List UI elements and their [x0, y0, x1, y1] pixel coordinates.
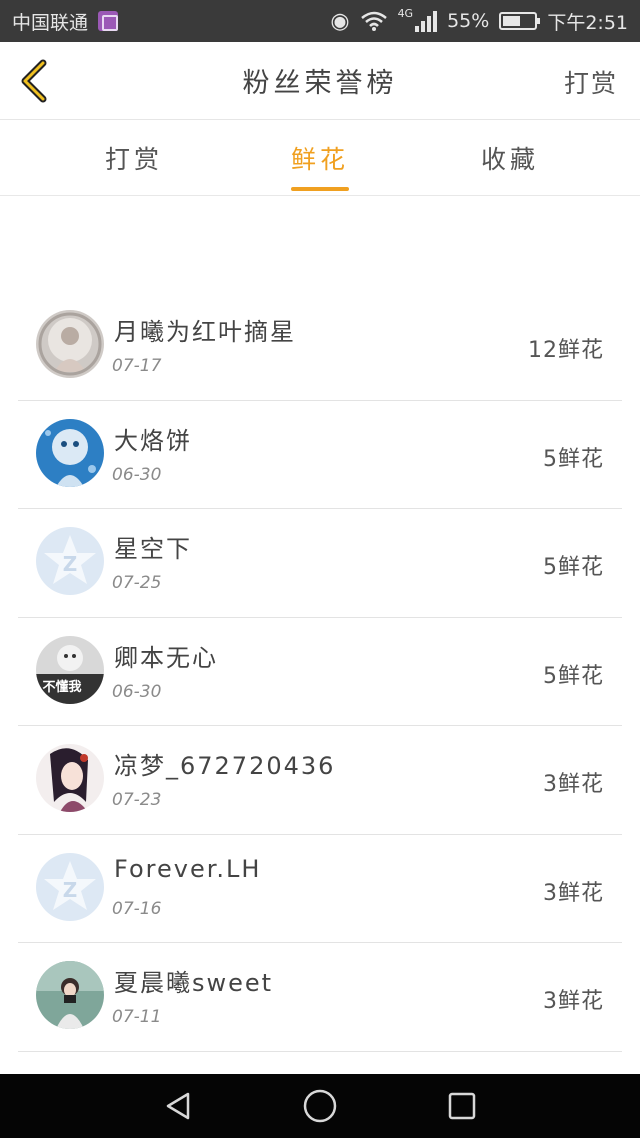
tab-flowers[interactable]: 鲜花 [290, 140, 350, 176]
gallery-notification-icon [98, 11, 119, 31]
flower-count: 3鲜花 [543, 989, 604, 1014]
fan-name: 凉梦_672720436 [114, 752, 336, 780]
tab-reward[interactable]: 打赏 [104, 140, 164, 176]
avatar[interactable] [36, 310, 104, 378]
back-button[interactable] [14, 58, 54, 104]
fan-ranking-list: 月曦为红叶摘星 07-17 12鲜花 大烙饼 06-30 5鲜花 Z 星空下 0… [18, 292, 622, 1082]
active-tab-indicator [291, 187, 349, 191]
fan-date: 07-23 [112, 790, 162, 810]
wifi-icon [360, 11, 387, 31]
status-bar: 中国联通 ◉ 4G 55% 下午2:51 [0, 0, 640, 42]
avatar[interactable] [36, 961, 104, 1029]
fan-name: Forever.LH [114, 854, 262, 883]
triangle-back-icon [166, 1092, 190, 1120]
list-item[interactable]: 月曦为红叶摘星 07-17 12鲜花 [18, 292, 622, 401]
svg-text:Z: Z [63, 878, 78, 902]
list-item[interactable]: 夏晨曦sweet 07-11 3鲜花 [18, 943, 622, 1052]
nav-back-button[interactable] [160, 1088, 196, 1124]
avatar[interactable]: Z [36, 527, 104, 595]
avatar[interactable]: 不懂我 [36, 635, 104, 704]
svg-text:不懂我: 不懂我 [42, 679, 81, 695]
chevron-left-icon [21, 59, 47, 103]
avatar[interactable] [36, 418, 104, 487]
page-title: 粉丝荣誉榜 [242, 68, 398, 99]
nav-recents-button[interactable] [444, 1088, 480, 1124]
fan-name: 卿本无心 [114, 643, 218, 672]
list-item[interactable]: Z 星空下 07-25 5鲜花 [18, 509, 622, 618]
eye-comfort-icon: ◉ [330, 8, 350, 34]
carrier-name: 中国联通 [12, 11, 89, 34]
fan-date: 07-16 [112, 898, 162, 919]
nav-home-button[interactable] [302, 1088, 338, 1124]
reward-button[interactable]: 打赏 [564, 64, 618, 100]
fan-name: 夏晨曦sweet [114, 969, 274, 997]
list-item[interactable]: Z Forever.LH 07-16 3鲜花 [18, 835, 622, 943]
list-item[interactable]: 大烙饼 06-30 5鲜花 [18, 401, 622, 509]
list-item[interactable]: 不懂我 卿本无心 06-30 5鲜花 [18, 618, 622, 726]
flower-count: 3鲜花 [543, 772, 604, 797]
avatar[interactable] [36, 744, 104, 812]
app-header: 粉丝荣誉榜 打赏 [0, 42, 640, 120]
list-item[interactable]: 凉梦_672720436 07-23 3鲜花 [18, 726, 622, 835]
fan-name: 月曦为红叶摘星 [114, 318, 296, 346]
battery-icon [499, 12, 541, 30]
tab-favorites[interactable]: 收藏 [480, 140, 540, 176]
svg-text:Z: Z [63, 552, 78, 576]
flower-count: 5鲜花 [543, 446, 604, 472]
fan-date: 06-30 [112, 464, 162, 485]
fan-date: 07-17 [112, 356, 162, 376]
tab-bar: 打赏 鲜花 收藏 [0, 120, 640, 196]
flower-count: 3鲜花 [543, 880, 604, 906]
network-type: 4G [397, 6, 414, 20]
square-recents-icon [448, 1092, 476, 1120]
clock: 下午2:51 [547, 11, 628, 34]
battery-percent: 55% [447, 10, 490, 32]
fan-date: 07-25 [112, 573, 162, 593]
flower-count: 5鲜花 [543, 663, 604, 689]
flower-count: 12鲜花 [528, 338, 604, 363]
circle-home-icon [303, 1089, 337, 1123]
fan-name: 大烙饼 [114, 426, 192, 455]
avatar[interactable]: Z [36, 852, 104, 921]
system-nav-bar [0, 1074, 640, 1138]
flower-count: 5鲜花 [543, 555, 604, 580]
fan-date: 07-11 [112, 1007, 162, 1027]
signal-icon [415, 10, 438, 32]
fan-name: 星空下 [114, 535, 192, 563]
fan-date: 06-30 [112, 681, 162, 702]
